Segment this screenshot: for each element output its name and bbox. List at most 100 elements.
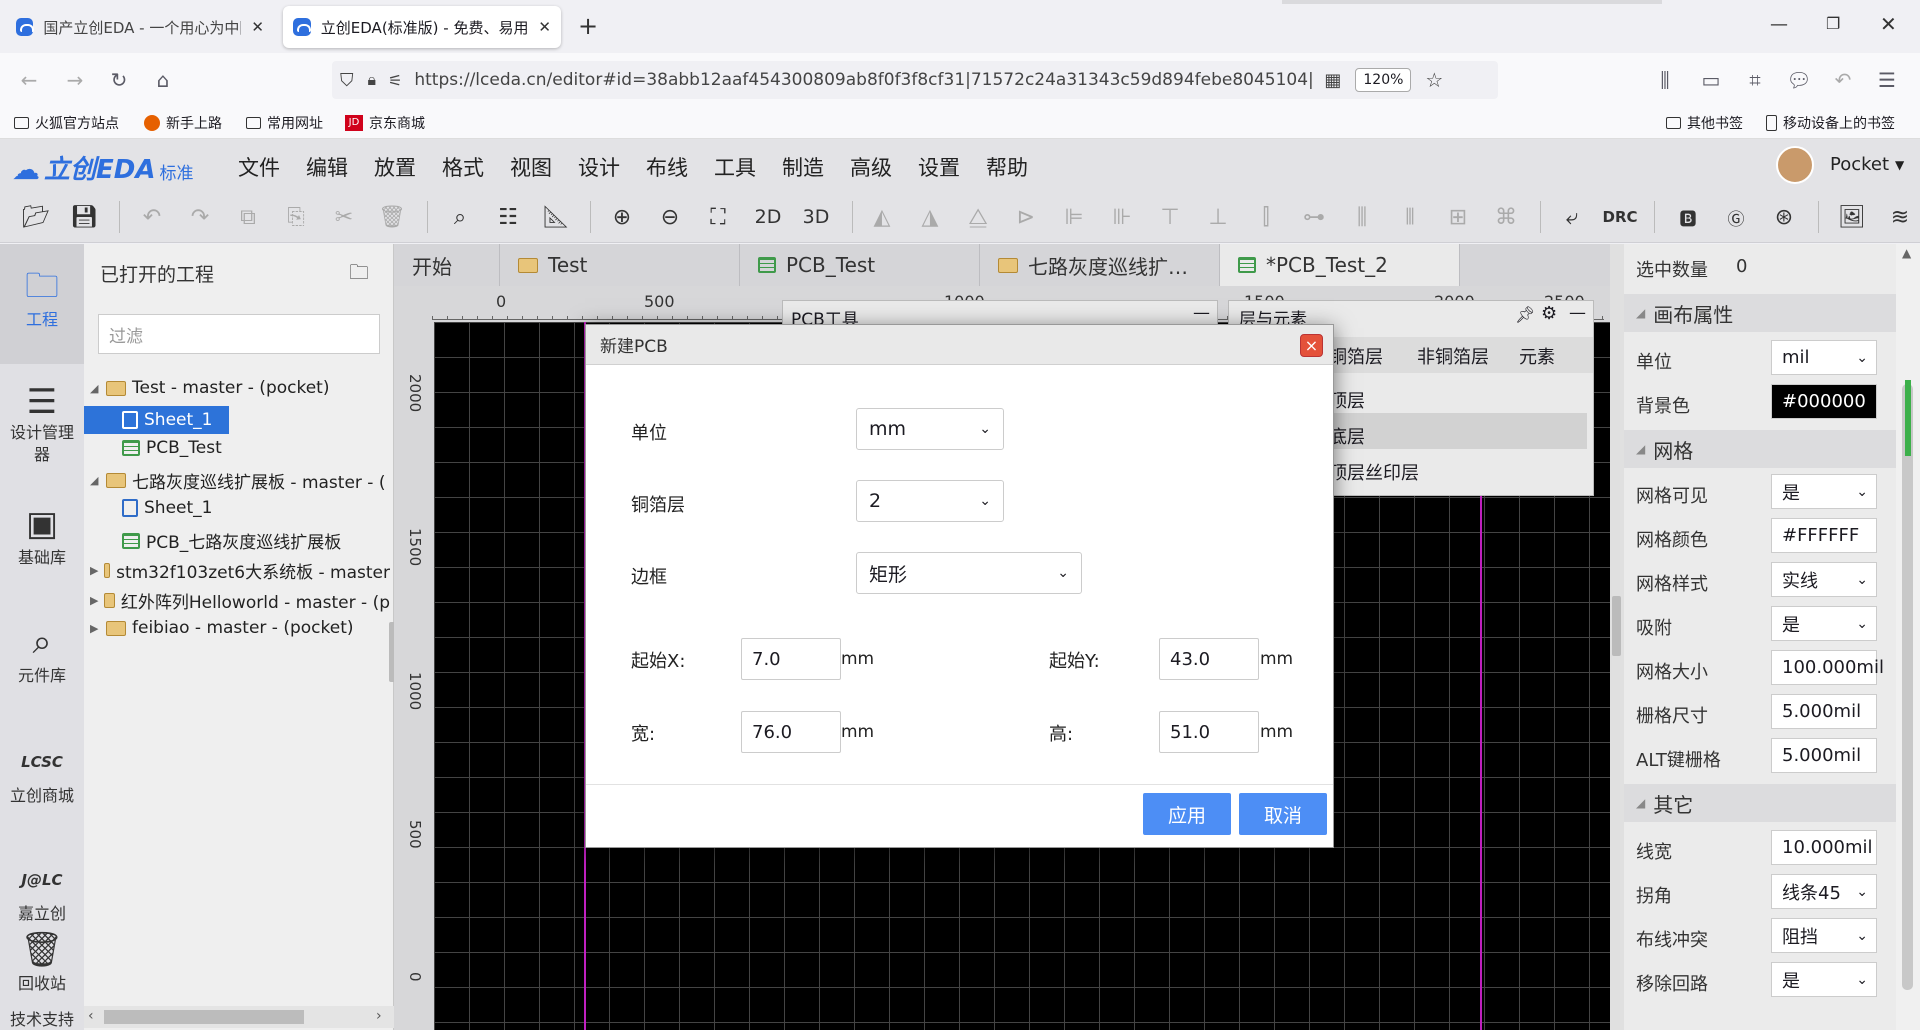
minimize-icon[interactable]: — [1770,14,1788,35]
align-bottom-icon[interactable]: ⊥ [1202,201,1234,233]
section-canvas-properties[interactable]: ◢ 画布属性 [1624,294,1896,332]
menu-help[interactable]: 帮助 [986,152,1028,182]
close-dialog-button[interactable]: × [1300,334,1323,357]
forward-icon[interactable]: → [60,65,90,95]
align-center-h-icon[interactable]: ⫿ [1250,201,1282,233]
avatar[interactable] [1776,146,1814,184]
bookmark-star-icon[interactable]: ☆ [1425,68,1443,92]
unit-select[interactable]: mil ⌄ [1771,340,1877,375]
bg-color-field[interactable]: #000000 [1771,384,1877,419]
tab-test[interactable]: Test [500,244,740,286]
tree-item[interactable]: PCB_七路灰度巡线扩展板 [122,528,341,553]
tree-project[interactable]: ▶ stm32f103zet6大系统板 - master [90,558,390,583]
qr-code-icon[interactable]: ▦ [1324,70,1341,91]
menu-route[interactable]: 布线 [646,152,688,182]
rotate-left-icon[interactable]: ◭ [866,201,898,233]
fit-view-icon[interactable]: ⛶ [702,201,734,233]
browser-tab-active[interactable]: 立创EDA(标准版) - 免费、易用 ✕ [283,6,561,48]
menu-tools[interactable]: 工具 [714,152,756,182]
zoom-level[interactable]: 120% [1355,68,1412,92]
height-input[interactable]: 51.0 [1159,711,1259,753]
align-left-icon[interactable]: ⊫ [1058,201,1090,233]
right-panel-collapse[interactable] [1610,244,1624,1030]
layer-row[interactable]: 顶层丝印层 [1329,459,1419,485]
filter-input[interactable]: 过滤 [98,314,380,354]
url-text[interactable]: https://lceda.cn/editor#id=38abb12aaf454… [414,70,1314,90]
back-icon[interactable]: ← [14,65,44,95]
undo-icon[interactable]: ↶ [1828,65,1858,95]
home-icon[interactable]: ⌂ [148,65,178,95]
align-center-v-icon[interactable]: ⊶ [1298,201,1330,233]
bookmark-item[interactable]: 移动设备上的书签 [1766,113,1895,133]
open-project-icon[interactable]: 🗀 [349,258,369,292]
user-menu[interactable]: Pocket ▼ [1830,154,1904,175]
shield-icon[interactable]: ⛉ [340,70,354,91]
distribute-h-icon[interactable]: ⫼ [1346,201,1378,233]
vertical-scrollbar[interactable]: ▲ [1896,244,1920,1030]
bookmark-item[interactable]: 火狐官方站点 [14,113,119,133]
layer-row[interactable]: 顶层 [1329,387,1365,413]
distribute-v-icon[interactable]: ⫴ [1394,201,1426,233]
alt-snap-field[interactable]: 5.000mil [1771,738,1877,773]
flip-vertical-icon[interactable]: ⊳ [1010,201,1042,233]
menu-advanced[interactable]: 高级 [850,152,892,182]
tree-project[interactable]: ▶ feibiao - master - (pocket) [90,618,354,638]
minimize-panel-icon[interactable]: — [1193,303,1210,323]
save-icon[interactable]: 💾︎ [68,201,100,233]
menu-edit[interactable]: 编辑 [306,152,348,182]
copy-icon[interactable]: ⧉ [232,201,264,233]
track-width-field[interactable]: 10.000mil [1771,830,1877,865]
gear-icon[interactable]: ⚙ [1541,303,1557,324]
tab-copper-layers[interactable]: 铜箔层 [1329,343,1383,369]
bookmark-item[interactable]: 新手上路 [144,113,222,133]
minimize-panel-icon[interactable]: — [1569,303,1586,323]
redo-icon[interactable]: ↷ [184,201,216,233]
undo-icon[interactable]: ↶ [136,201,168,233]
tab-pcb-test-2[interactable]: *PCB_Test_2 [1220,244,1460,286]
restore-icon[interactable]: ❐ [1826,14,1840,33]
tree-project[interactable]: ◢ 七路灰度巡线扩展板 - master - ( [90,468,390,493]
delete-icon[interactable]: 🗑︎ [376,201,408,233]
cancel-button[interactable]: 取消 [1239,793,1327,835]
grid-style-select[interactable]: 实线 ⌄ [1771,562,1877,597]
unit-select[interactable]: mm ⌄ [856,408,1004,450]
bookmark-item[interactable]: JD 京东商城 [345,113,425,133]
tab-elements[interactable]: 元素 [1519,343,1555,369]
open-folder-icon[interactable]: 📂︎ [20,201,52,233]
bom-icon[interactable]: 🅱︎ [1672,201,1704,233]
remove-loop-select[interactable]: 是 ⌄ [1771,962,1877,997]
snap-size-field[interactable]: 5.000mil [1771,694,1877,729]
grid-size-field[interactable]: 100.000mil [1771,650,1884,685]
bookmark-item[interactable]: 其他书签 [1666,113,1743,133]
url-bar[interactable]: ⛉ 🔒︎ ⚟ https://lceda.cn/editor#id=38abb1… [332,61,1498,99]
align-right-icon[interactable]: ⊪ [1106,201,1138,233]
sidebar-item-jlc[interactable]: J@LC 嘉立创 [0,860,84,924]
group-icon[interactable]: ⌘ [1490,201,1522,233]
search-icon[interactable]: ⌕ [444,201,476,233]
pin-icon[interactable]: 📌︎ [1515,305,1535,324]
image-icon[interactable]: 🖼︎ [1836,201,1868,233]
paste-icon[interactable]: ⎘ [280,201,312,233]
scroll-thumb[interactable] [1902,384,1913,990]
close-tab-icon[interactable]: ✕ [251,18,264,36]
menu-settings[interactable]: 设置 [918,152,960,182]
collapse-handle[interactable] [1612,596,1621,656]
rotate-right-icon[interactable]: ◮ [914,201,946,233]
flip-horizontal-icon[interactable]: ⧋ [962,201,994,233]
pick-place-icon[interactable]: ⊛ [1768,201,1800,233]
scroll-right-icon[interactable]: › [376,1008,382,1024]
library-icon[interactable]: ⫼ [1650,65,1680,95]
scroll-left-icon[interactable]: ‹ [88,1008,94,1024]
tab-pcb-test[interactable]: PCB_Test [740,244,980,286]
sidebar-item-tech-support[interactable]: 技术支持 [0,1006,84,1030]
reload-icon[interactable]: ↻ [104,65,134,95]
crop-icon[interactable]: ⌗ [1740,65,1770,95]
tab-seven-channel[interactable]: 七路灰度巡线扩… [980,244,1220,286]
chat-icon[interactable]: 💬︎ [1784,65,1814,95]
scroll-thumb[interactable] [104,1010,304,1024]
zoom-in-icon[interactable]: ⊕ [606,201,638,233]
menu-place[interactable]: 放置 [374,152,416,182]
width-input[interactable]: 76.0 [741,711,841,753]
sidebar-item-component-library[interactable]: ⌕ 元件库 [0,622,84,686]
bookmark-item[interactable]: 常用网址 [246,113,323,133]
